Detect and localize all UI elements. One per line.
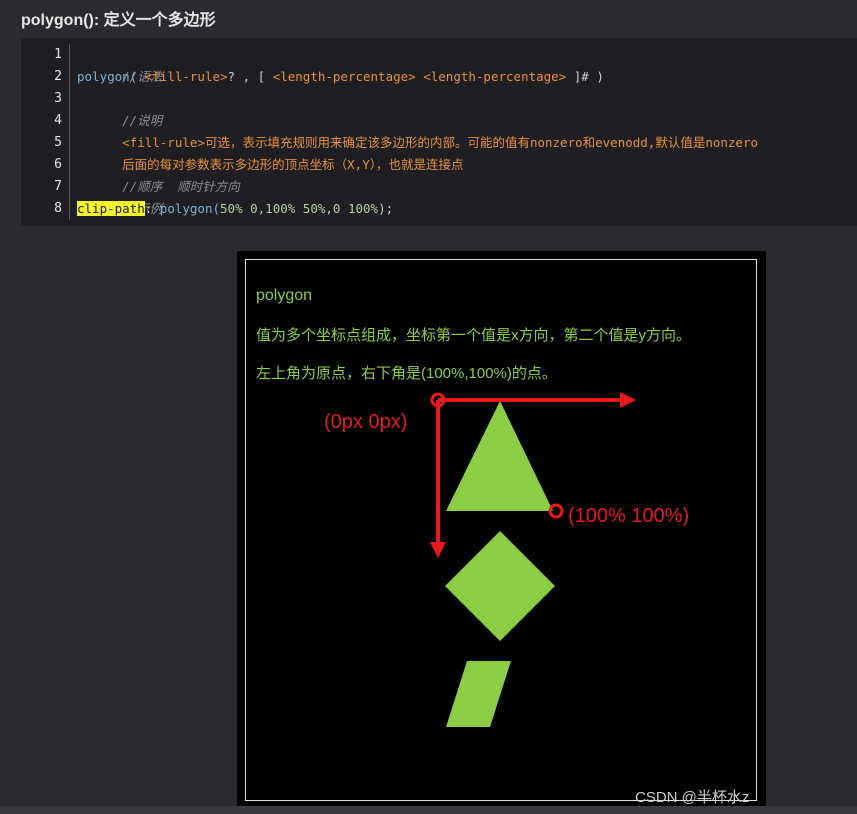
y-axis-arrowhead	[430, 542, 446, 558]
watermark: CSDN @半杯水z	[635, 789, 750, 806]
diamond-shape	[445, 531, 555, 641]
bottom-bar	[0, 806, 857, 814]
x-axis-arrowhead	[620, 392, 636, 408]
origin-label: (0px 0px)	[324, 411, 407, 433]
demo-illustration: (0px 0px) (100% 100%)	[324, 392, 689, 727]
corner-label: (100% 100%)	[568, 505, 689, 527]
parallelogram-shape	[446, 661, 511, 727]
triangle-shape	[446, 401, 553, 511]
